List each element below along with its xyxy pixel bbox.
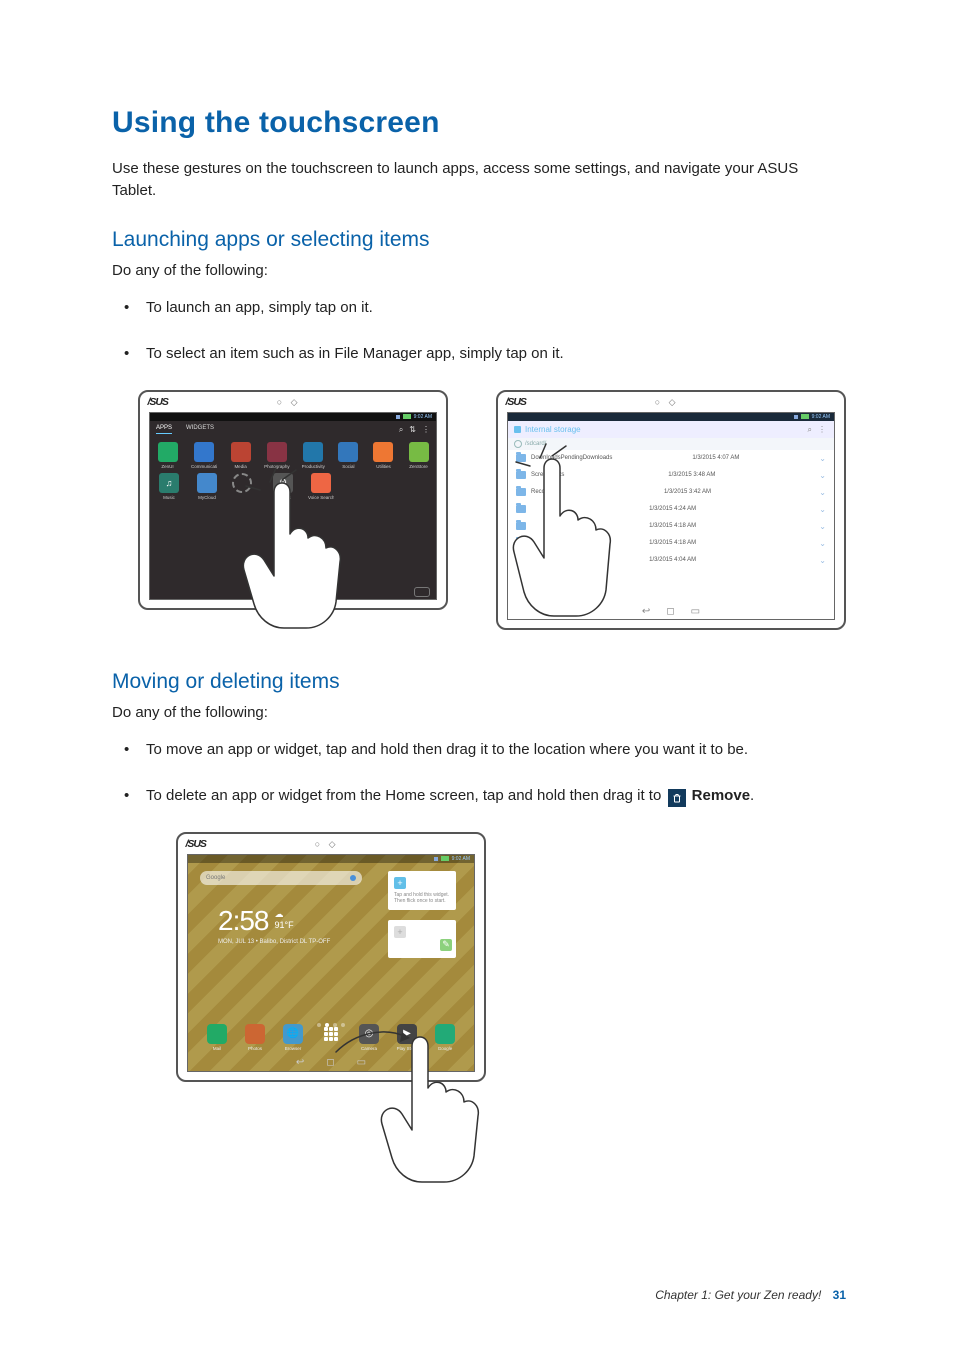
status-time: 9:02 AM — [452, 856, 470, 862]
footer-chapter: Chapter 1: Get your Zen ready! — [655, 1288, 821, 1302]
storage-icon — [514, 426, 521, 433]
bullet-delete: To delete an app or widget from the Home… — [124, 785, 846, 808]
device-sensors: ○ ◇ — [315, 839, 339, 850]
footer-page-number: 31 — [833, 1288, 846, 1302]
tab-widgets: WIDGETS — [186, 425, 214, 434]
lead-text: Use these gestures on the touchscreen to… — [112, 158, 846, 202]
google-search: Google — [200, 871, 362, 885]
nav-recent-icon: ▭ — [691, 606, 700, 617]
widget-card: + Tap and hold this widget. Then flick o… — [388, 871, 456, 910]
file-list: DownloadsPendingDownloads1/3/2015 4:07 A… — [508, 450, 834, 569]
device-logo: /SUS — [186, 839, 206, 850]
device-sensors: ○ ◇ — [655, 397, 679, 408]
bullet-select-item: To select an item such as in File Manage… — [124, 343, 846, 366]
figure-home-tablet: /SUS ○ ◇ 9:02 AM Google 2:58 ☁91°F — [176, 832, 486, 1082]
bullet-launch-app: To launch an app, simply tap on it. — [124, 297, 846, 320]
nav-recent-icon: ▭ — [357, 1057, 366, 1068]
figure-apps-tablet: /SUS ○ ◇ 9:02 AM APPS WIDGETS ⌕ ⇅ ⋮ — [138, 390, 448, 610]
status-time: 9:02 AM — [812, 414, 830, 420]
section-heading-launching: Launching apps or selecting items — [112, 228, 846, 252]
section2-intro: Do any of the following: — [112, 704, 846, 721]
section1-intro: Do any of the following: — [112, 262, 846, 279]
nav-home-icon: ◻ — [326, 1057, 334, 1068]
app-row-1: ZenUI Communication Media Photography Pr… — [150, 434, 436, 469]
search-icon: ⌕ — [399, 425, 403, 435]
page-title: Using the touchscreen — [112, 106, 846, 140]
sort-icon: ⇅ — [409, 425, 416, 435]
fm-path: /sdcard/ — [525, 441, 546, 447]
menu-icon: ⋮ — [422, 425, 430, 435]
fm-header: Internal storage — [525, 425, 581, 434]
device-logo: /SUS — [506, 397, 526, 408]
nav-home-icon: ◻ — [666, 606, 674, 617]
widget-card: + ✎ — [388, 920, 456, 958]
status-time: 9:02 AM — [414, 414, 432, 420]
search-icon: ⌕ — [808, 425, 812, 435]
nav-back-icon: ↩ — [296, 1057, 304, 1068]
device-sensors: ○ ◇ — [277, 397, 301, 408]
menu-icon: ⋮ — [818, 425, 826, 435]
bullet-move: To move an app or widget, tap and hold t… — [124, 739, 846, 762]
app-row-2: ♫Music MyCloud ⚙Settings Voice Search — [150, 469, 436, 500]
tab-apps: APPS — [156, 425, 172, 434]
clock-widget: 2:58 ☁91°F MON, JUL 13 • Balibo, Distric… — [218, 905, 294, 937]
nav-back-icon: ↩ — [642, 606, 650, 617]
remove-icon — [668, 789, 686, 807]
section-heading-moving: Moving or deleting items — [112, 670, 846, 694]
device-logo: /SUS — [148, 397, 168, 408]
mic-icon — [350, 875, 356, 881]
dock: Mail Photos 🌐Browser ◎Camera ▶Play Store… — [188, 1024, 474, 1051]
figure-filemanager-tablet: /SUS ○ ◇ 9:02 AM Internal storage ⌕ ⋮ — [496, 390, 846, 630]
